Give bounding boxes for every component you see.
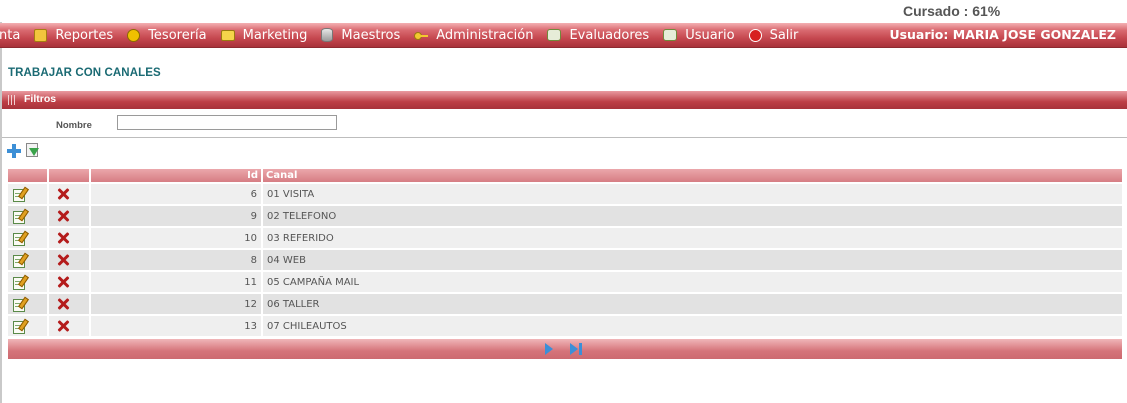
column-header-delete bbox=[49, 169, 91, 182]
nombre-input[interactable] bbox=[117, 115, 337, 130]
menu-item-salir[interactable]: Salir bbox=[748, 27, 799, 43]
key-icon bbox=[414, 32, 429, 40]
edit-cell bbox=[8, 226, 49, 248]
evaluators-icon bbox=[547, 29, 562, 41]
canal-cell: 01 VISITA bbox=[263, 182, 1122, 204]
delete-icon[interactable] bbox=[57, 232, 69, 244]
menu-item-reportes[interactable]: Reportes bbox=[34, 28, 113, 43]
database-icon bbox=[321, 28, 334, 42]
delete-icon[interactable] bbox=[57, 298, 69, 310]
pagination-bar bbox=[8, 339, 1122, 359]
menu-item-label: nta bbox=[0, 27, 21, 43]
delete-icon[interactable] bbox=[57, 210, 69, 222]
menu-item-label: Reportes bbox=[55, 27, 114, 43]
delete-cell bbox=[49, 182, 91, 204]
delete-icon[interactable] bbox=[57, 254, 69, 266]
edit-icon[interactable] bbox=[13, 230, 29, 246]
table-row: 12 06 TALLER bbox=[8, 292, 1122, 314]
delete-icon[interactable] bbox=[57, 188, 69, 200]
user-icon bbox=[663, 29, 678, 41]
menu-item-administracion[interactable]: Administración bbox=[414, 28, 533, 43]
grip-icon bbox=[8, 95, 16, 105]
menu-item-maestros[interactable]: Maestros bbox=[321, 28, 400, 43]
table-row: 6 01 VISITA bbox=[8, 182, 1122, 204]
canal-cell: 06 TALLER bbox=[263, 292, 1122, 314]
last-page-icon[interactable] bbox=[568, 343, 583, 356]
id-cell: 10 bbox=[91, 226, 263, 248]
edit-cell bbox=[8, 270, 49, 292]
add-icon[interactable] bbox=[7, 144, 21, 158]
left-border bbox=[0, 22, 2, 403]
edit-icon[interactable] bbox=[13, 208, 29, 224]
column-header-edit bbox=[8, 169, 49, 182]
canal-cell: 04 WEB bbox=[263, 248, 1122, 270]
edit-cell bbox=[8, 204, 49, 226]
menu-item-evaluadores[interactable]: Evaluadores bbox=[547, 28, 649, 43]
id-cell: 12 bbox=[91, 292, 263, 314]
id-cell: 13 bbox=[91, 314, 263, 336]
delete-cell bbox=[49, 314, 91, 336]
menu-item-label: Tesorería bbox=[148, 27, 207, 43]
edit-icon[interactable] bbox=[13, 296, 29, 312]
delete-cell bbox=[49, 204, 91, 226]
menu-item-venta[interactable]: nta bbox=[0, 28, 20, 43]
canal-cell: 05 CAMPAÑA MAIL bbox=[263, 270, 1122, 292]
table-row: 10 03 REFERIDO bbox=[8, 226, 1122, 248]
coin-icon bbox=[127, 28, 141, 42]
current-user-label: Usuario: MARIA JOSE GONZALEZ bbox=[889, 27, 1116, 42]
delete-cell bbox=[49, 270, 91, 292]
marketing-icon bbox=[220, 29, 235, 41]
edit-cell bbox=[8, 182, 49, 204]
table-row: 9 02 TELEFONO bbox=[8, 204, 1122, 226]
id-cell: 8 bbox=[91, 248, 263, 270]
id-cell: 11 bbox=[91, 270, 263, 292]
main-menu-bar: nta Reportes Tesorería Marketing Maestro… bbox=[0, 23, 1127, 48]
edit-icon[interactable] bbox=[13, 252, 29, 268]
filters-section-label: Filtros bbox=[24, 93, 57, 105]
menu-item-label: Maestros bbox=[341, 27, 401, 43]
column-header-canal[interactable]: Canal bbox=[263, 169, 1122, 182]
canal-cell: 02 TELEFONO bbox=[263, 204, 1122, 226]
id-cell: 6 bbox=[91, 182, 263, 204]
edit-cell bbox=[8, 292, 49, 314]
folder-icon bbox=[34, 28, 48, 42]
menu-item-label: Administración bbox=[436, 27, 534, 43]
delete-cell bbox=[49, 226, 91, 248]
filters-section-header[interactable]: Filtros bbox=[2, 91, 1127, 109]
export-icon[interactable] bbox=[24, 143, 39, 158]
delete-icon[interactable] bbox=[57, 276, 69, 288]
edit-icon[interactable] bbox=[13, 186, 29, 202]
nombre-label: Nombre bbox=[56, 120, 92, 131]
table-header-row: Id Canal bbox=[8, 169, 1122, 182]
menu-item-usuario[interactable]: Usuario bbox=[663, 27, 735, 43]
page-title: TRABAJAR CON CANALES bbox=[8, 67, 161, 79]
delete-icon[interactable] bbox=[57, 320, 69, 332]
edit-icon[interactable] bbox=[13, 274, 29, 290]
table-row: 13 07 CHILEAUTOS bbox=[8, 314, 1122, 336]
menu-item-label: Salir bbox=[769, 27, 799, 43]
id-cell: 9 bbox=[91, 204, 263, 226]
column-header-id[interactable]: Id bbox=[91, 169, 263, 182]
next-page-icon[interactable] bbox=[543, 343, 555, 356]
channels-table: Id Canal 6 01 VISITA 9 02 TELEFONO 10 03… bbox=[8, 169, 1122, 336]
menu-item-label: Marketing bbox=[242, 27, 308, 43]
table-row: 11 05 CAMPAÑA MAIL bbox=[8, 270, 1122, 292]
menu-item-label: Usuario bbox=[685, 27, 735, 43]
menu-item-tesoreria[interactable]: Tesorería bbox=[127, 27, 207, 43]
delete-cell bbox=[49, 248, 91, 270]
exit-icon bbox=[748, 28, 762, 42]
menu-item-marketing[interactable]: Marketing bbox=[220, 27, 308, 43]
edit-cell bbox=[8, 248, 49, 270]
delete-cell bbox=[49, 292, 91, 314]
canal-cell: 03 REFERIDO bbox=[263, 226, 1122, 248]
progress-text: Cursado : 61% bbox=[903, 3, 1001, 19]
edit-icon[interactable] bbox=[13, 318, 29, 334]
canal-cell: 07 CHILEAUTOS bbox=[263, 314, 1122, 336]
edit-cell bbox=[8, 314, 49, 336]
filter-row: Nombre bbox=[2, 110, 1127, 138]
export-arrow-shape bbox=[29, 148, 39, 156]
table-row: 8 04 WEB bbox=[8, 248, 1122, 270]
menu-item-label: Evaluadores bbox=[569, 27, 650, 43]
